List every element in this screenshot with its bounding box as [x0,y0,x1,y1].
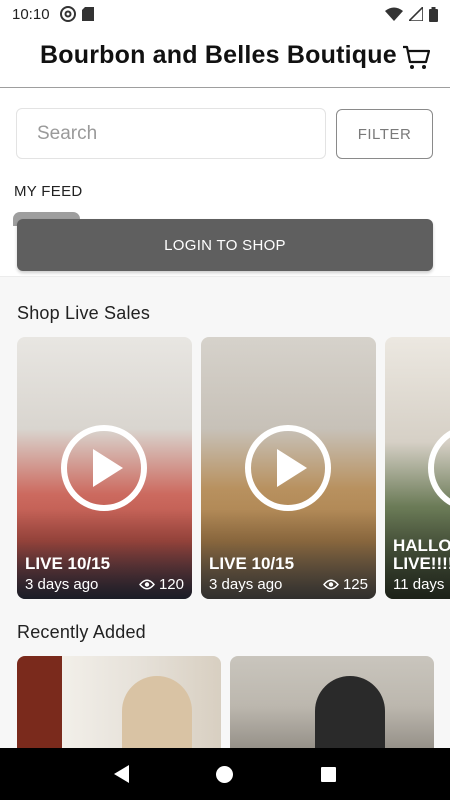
at-sign-icon [59,6,76,22]
play-icon[interactable] [245,425,331,511]
store-title: Bourbon and Belles Boutique [40,41,397,69]
recently-added-title: Recently Added [17,622,146,642]
live-sale-age: 11 days [393,576,445,593]
product-photo [315,676,385,756]
view-count: 120 [158,576,184,593]
live-sale-age: 3 days ago [25,576,99,593]
product-photo [122,676,192,756]
back-icon[interactable] [113,765,129,783]
login-to-shop-button[interactable]: LOGIN TO SHOP [17,219,433,271]
live-sale-age: 3 days ago [209,576,283,593]
status-time: 10:10 [12,5,50,23]
home-icon[interactable] [216,765,234,783]
live-sale-card[interactable]: HALLO LIVE!!!! 11 days [385,337,450,599]
play-icon[interactable] [61,425,147,511]
eye-icon [323,579,339,590]
cart-button[interactable] [401,44,431,72]
eye-icon [139,579,155,590]
live-sale-title: LIVE 10/15 [209,554,295,574]
wifi-icon [385,7,403,21]
live-sale-title: LIVE 10/15 [25,554,111,574]
view-count: 125 [342,576,368,593]
recents-icon[interactable] [321,766,337,782]
status-notification-icons [59,6,94,22]
live-sale-card[interactable]: LIVE 10/15 3 days ago 125 [201,337,376,599]
system-nav-bar [0,748,450,800]
search-row: FILTER [16,108,434,160]
battery-icon [429,6,438,22]
live-sale-views: 125 [323,576,368,593]
live-sale-views: 120 [139,576,184,593]
filter-button[interactable]: FILTER [336,109,433,159]
status-system-icons [385,6,438,22]
play-icon[interactable] [428,425,450,511]
status-bar: 10:10 [0,0,450,28]
cart-icon [403,45,430,69]
app-header: Bourbon and Belles Boutique [0,28,450,88]
search-input[interactable] [16,108,326,159]
live-sale-card[interactable]: LIVE 10/15 3 days ago 120 [17,337,192,599]
recent-item-card[interactable] [230,656,434,756]
sd-card-icon [81,7,94,21]
live-sales-title: Shop Live Sales [17,303,151,323]
feed-label: MY FEED [14,183,83,200]
live-sale-title: HALLO LIVE!!!! [393,536,450,574]
cell-signal-icon [409,7,423,21]
recent-item-card[interactable] [17,656,221,756]
